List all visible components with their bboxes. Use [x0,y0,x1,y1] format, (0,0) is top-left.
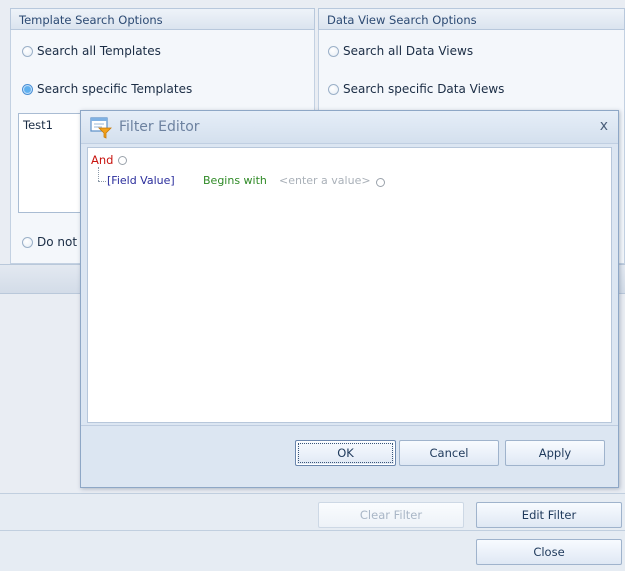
template-search-header: Template Search Options [10,8,315,30]
clear-filter-button[interactable]: Clear Filter [318,502,464,528]
edit-filter-label: Edit Filter [521,508,577,522]
condition-operator[interactable]: Begins with [203,174,267,187]
radio-do-not[interactable]: Do not [22,235,77,249]
radio-icon [328,83,339,95]
remove-condition-icon[interactable] [376,178,385,187]
group-operator-and[interactable]: And [91,153,113,167]
filter-editor-icon [89,115,113,142]
radio-icon [22,236,33,248]
radio-icon [22,45,33,57]
radio-label: Search specific Data Views [343,82,505,96]
tree-connector [98,181,106,183]
filter-editor-area[interactable]: And [Field Value] Begins with <enter a v… [87,147,612,423]
ok-label: OK [337,446,354,460]
dialog-titlebar[interactable]: Filter Editor x [81,111,618,144]
radio-label: Do not [37,235,78,249]
tree-connector [98,167,100,181]
apply-label: Apply [538,446,572,460]
template-listbox[interactable]: Test1 [18,113,88,213]
dataview-search-header-label: Data View Search Options [327,13,477,27]
dialog-footer-separator [81,425,618,426]
radio-search-all-dataviews[interactable]: Search all Data Views [328,44,473,58]
cancel-button[interactable]: Cancel [399,440,499,466]
close-label: Close [533,545,565,559]
clear-filter-label: Clear Filter [359,508,423,522]
apply-button[interactable]: Apply [505,440,605,466]
template-search-header-label: Template Search Options [19,13,163,27]
filter-editor-dialog: Filter Editor x And [Field Value] Begins… [80,110,619,488]
close-icon[interactable]: x [600,118,608,134]
radio-checked-icon [22,83,33,95]
edit-filter-button[interactable]: Edit Filter [476,502,622,528]
radio-search-specific-templates[interactable]: Search specific Templates [22,82,192,96]
radio-label: Search all Data Views [343,44,474,58]
add-condition-icon[interactable] [118,156,127,165]
ok-button[interactable]: OK [295,440,396,466]
radio-label: Search all Templates [37,44,161,58]
list-item[interactable]: Test1 [23,118,83,132]
condition-value[interactable]: <enter a value> [279,174,371,187]
radio-label: Search specific Templates [37,82,193,96]
dataview-search-header: Data View Search Options [318,8,625,30]
close-button[interactable]: Close [476,539,622,565]
cancel-label: Cancel [429,446,469,460]
radio-search-specific-dataviews[interactable]: Search specific Data Views [328,82,504,96]
condition-field[interactable]: [Field Value] [107,174,175,187]
radio-search-all-templates[interactable]: Search all Templates [22,44,161,58]
radio-icon [328,45,339,57]
dialog-title: Filter Editor [119,119,200,135]
